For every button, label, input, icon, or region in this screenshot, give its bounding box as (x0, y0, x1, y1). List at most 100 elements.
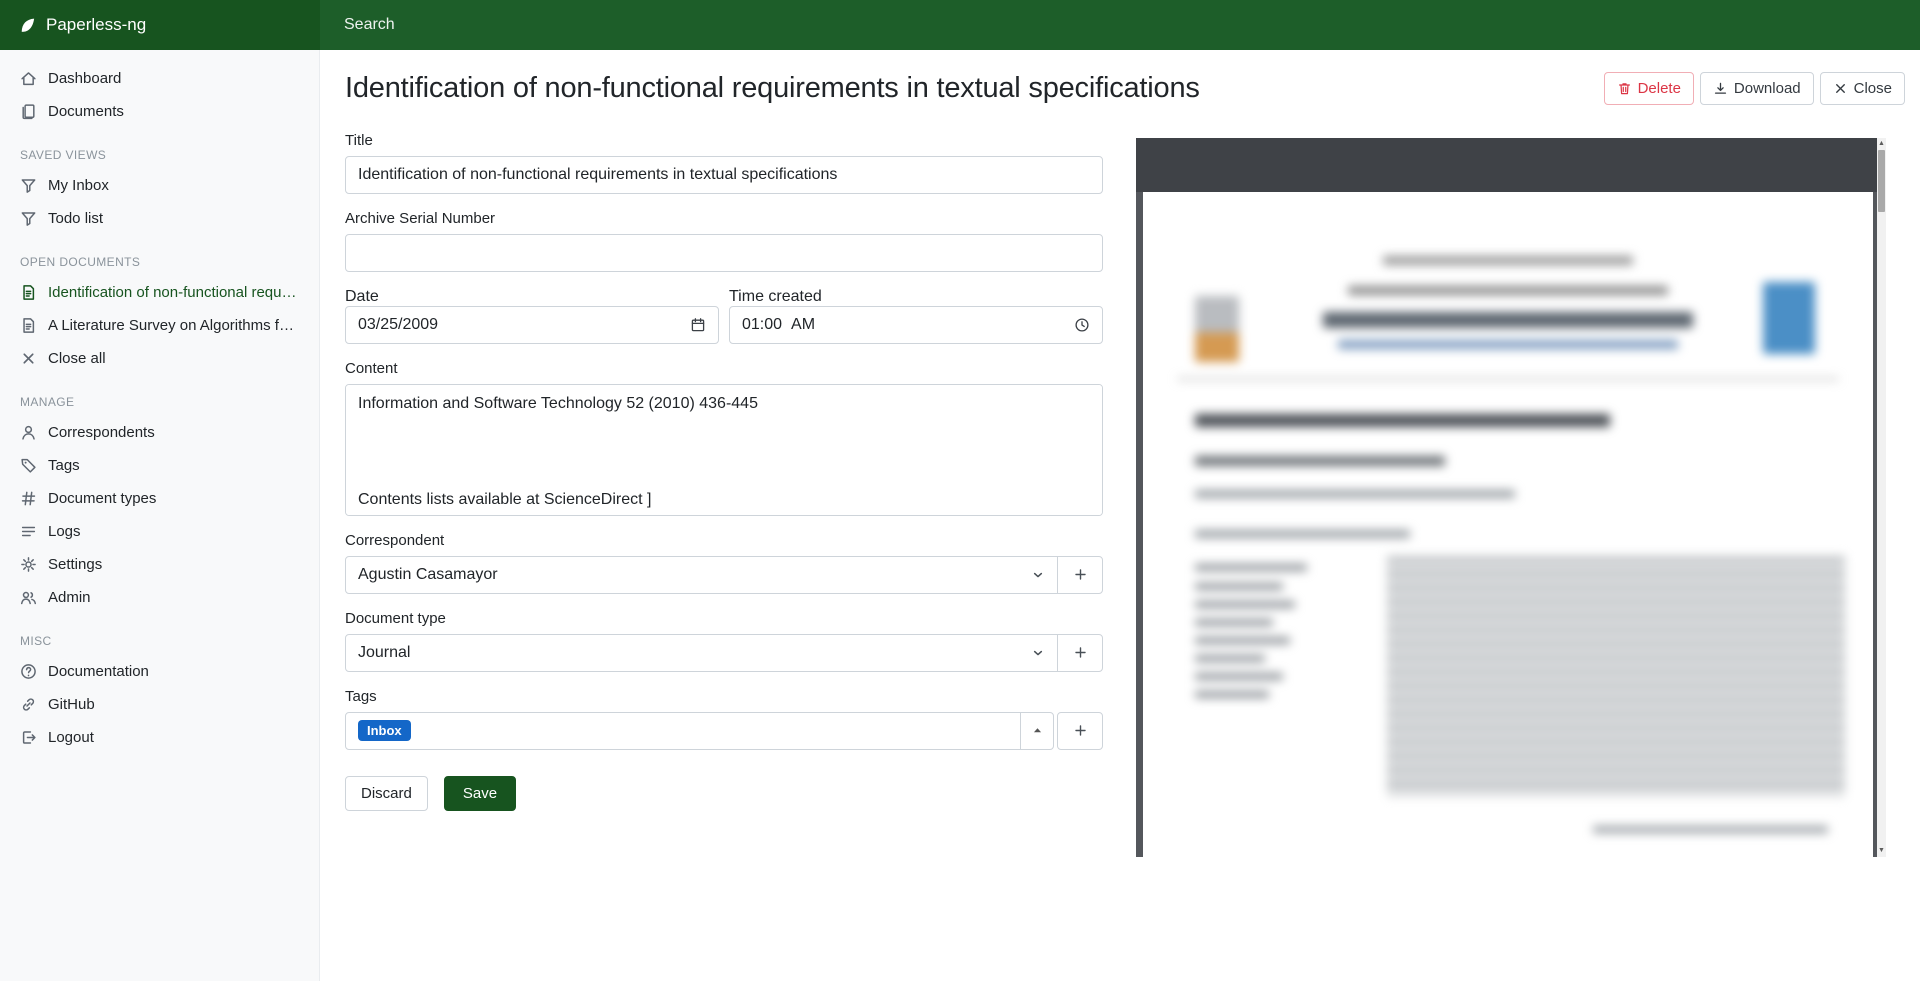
sidebar-item-documents[interactable]: Documents (0, 95, 319, 128)
document-actions: Delete Download Close (1604, 72, 1905, 105)
add-correspondent-button[interactable] (1057, 556, 1103, 594)
pdf-toolbar (1136, 138, 1877, 192)
discard-button[interactable]: Discard (345, 776, 428, 811)
date-input[interactable]: 03/25/2009 (345, 306, 719, 344)
sidebar-item-admin[interactable]: Admin (0, 581, 319, 614)
blur-block (1195, 637, 1290, 644)
download-icon (1713, 81, 1728, 96)
pdf-page (1143, 192, 1873, 857)
date-label: Date (345, 288, 379, 305)
file-text-icon (20, 284, 37, 301)
asn-label: Archive Serial Number (345, 210, 1103, 227)
document-preview[interactable]: ▲ ▼ (1136, 138, 1886, 857)
add-tag-button[interactable] (1057, 712, 1103, 750)
house-icon (20, 70, 37, 87)
scrollbar-thumb[interactable] (1878, 150, 1885, 212)
time-created-input[interactable]: 01:00 AM (729, 306, 1103, 344)
section-open-documents: OPEN DOCUMENTS (0, 235, 319, 276)
sidebar-open-document-2[interactable]: A Literature Survey on Algorithms for Mu… (0, 309, 319, 342)
scroll-up-arrow[interactable]: ▲ (1878, 138, 1885, 150)
blur-block (1195, 601, 1295, 608)
blur-block (1195, 456, 1445, 466)
save-button[interactable]: Save (444, 776, 516, 811)
blur-block (1195, 490, 1515, 498)
chevron-down-icon (1031, 568, 1045, 582)
sidebar-item-settings[interactable]: Settings (0, 548, 319, 581)
navbar-search-area (320, 0, 1920, 50)
scroll-down-arrow[interactable]: ▼ (1878, 845, 1885, 857)
pdf-page-content (1143, 192, 1873, 857)
sidebar-item-logs[interactable]: Logs (0, 515, 319, 548)
sidebar-item-logout[interactable]: Logout (0, 721, 319, 754)
download-button[interactable]: Download (1700, 72, 1814, 105)
search-input[interactable] (320, 0, 1920, 50)
sidebar-open-document-1[interactable]: Identification of non-functional require… (0, 276, 319, 309)
blur-block (1593, 826, 1828, 833)
archive-serial-number-input[interactable] (345, 234, 1103, 272)
tags-input[interactable]: Inbox (345, 712, 1021, 750)
blur-block (1338, 340, 1678, 349)
sidebar-item-close-all[interactable]: Close all (0, 342, 319, 375)
sidebar: Dashboard Documents SAVED VIEWS My Inbox… (0, 50, 320, 981)
blur-block (1763, 282, 1815, 354)
preview-scrollbar[interactable]: ▲ ▼ (1877, 138, 1886, 857)
app-brand[interactable]: Paperless-ng (0, 0, 320, 50)
section-saved-views: SAVED VIEWS (0, 128, 319, 169)
blur-block (1383, 256, 1633, 265)
sidebar-item-github[interactable]: GitHub (0, 688, 319, 721)
funnel-icon (20, 210, 37, 227)
document-type-select[interactable]: Journal (345, 634, 1058, 672)
title-input[interactable] (345, 156, 1103, 194)
correspondent-select[interactable]: Agustin Casamayor (345, 556, 1058, 594)
blur-block (1387, 556, 1845, 796)
content-textarea[interactable]: Information and Software Technology 52 (… (345, 384, 1103, 516)
close-button[interactable]: Close (1820, 72, 1905, 105)
document-edit-form: Title Archive Serial Number Date 03/25/2… (345, 132, 1103, 841)
calendar-icon[interactable] (690, 317, 706, 333)
clock-icon[interactable] (1074, 317, 1090, 333)
chevron-down-icon (1031, 646, 1045, 660)
close-icon (1833, 81, 1848, 96)
delete-button[interactable]: Delete (1604, 72, 1694, 105)
blur-block (1195, 619, 1273, 626)
sidebar-item-documentation[interactable]: Documentation (0, 655, 319, 688)
plus-icon (1073, 567, 1088, 582)
tags-dropdown-button[interactable] (1020, 712, 1054, 750)
top-navbar: Paperless-ng (0, 0, 1920, 50)
leaf-logo-icon (18, 16, 37, 35)
sidebar-item-dashboard[interactable]: Dashboard (0, 62, 319, 95)
plus-icon (1073, 723, 1088, 738)
main-content: Identification of non-functional require… (320, 50, 1920, 981)
sidebar-item-document-types[interactable]: Document types (0, 482, 319, 515)
correspondent-label: Correspondent (345, 532, 1103, 549)
files-icon (20, 103, 37, 120)
sidebar-item-my-inbox[interactable]: My Inbox (0, 169, 319, 202)
sidebar-item-correspondents[interactable]: Correspondents (0, 416, 319, 449)
sidebar-item-tags[interactable]: Tags (0, 449, 319, 482)
blur-block (1195, 530, 1410, 538)
blur-block (1195, 414, 1610, 427)
file-text-icon (20, 317, 37, 334)
blur-block (1195, 673, 1283, 680)
person-icon (20, 424, 37, 441)
link-icon (20, 696, 37, 713)
people-icon (20, 589, 37, 606)
add-document-type-button[interactable] (1057, 634, 1103, 672)
sidebar-item-todo-list[interactable]: Todo list (0, 202, 319, 235)
question-circle-icon (20, 663, 37, 680)
blur-block (1195, 564, 1307, 571)
tag-badge-inbox[interactable]: Inbox (358, 720, 411, 741)
app-title: Paperless-ng (46, 15, 146, 35)
trash-icon (1617, 81, 1632, 96)
blur-block (1195, 583, 1283, 590)
blur-block (1195, 296, 1239, 362)
hash-icon (20, 490, 37, 507)
close-icon (20, 350, 37, 367)
tag-icon (20, 457, 37, 474)
plus-icon (1073, 645, 1088, 660)
blur-block (1195, 655, 1265, 662)
blur-block (1177, 378, 1839, 380)
blur-block (1348, 286, 1668, 295)
title-label: Title (345, 132, 1103, 149)
section-manage: MANAGE (0, 375, 319, 416)
